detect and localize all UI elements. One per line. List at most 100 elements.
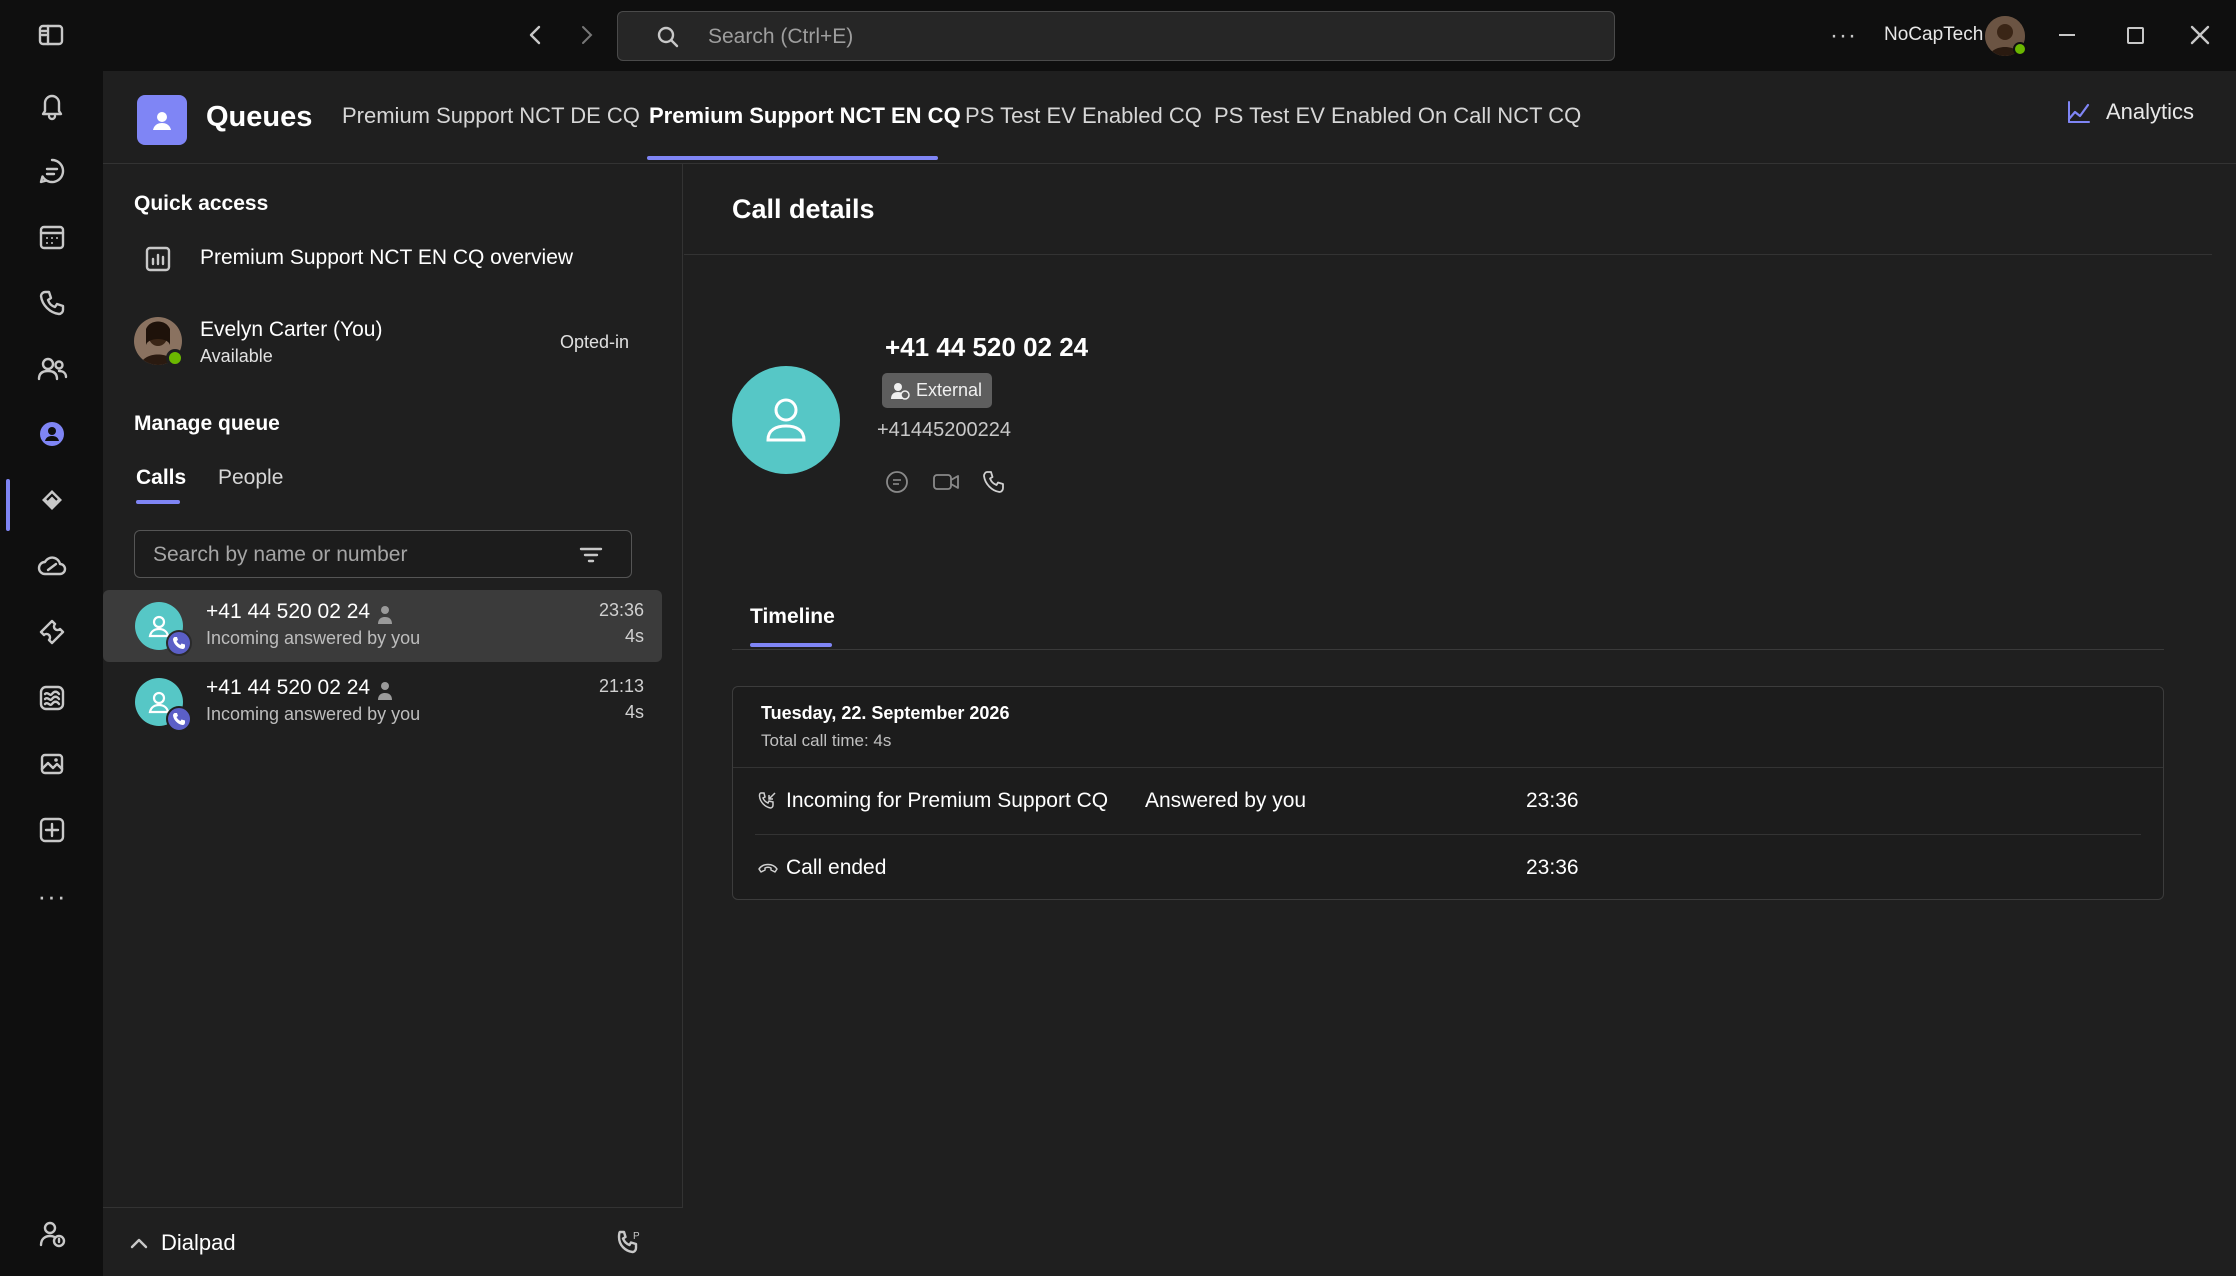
call-list-item[interactable]: +41 44 520 02 24 Incoming answered by yo… [103,666,662,738]
maximize-icon[interactable] [2127,27,2144,44]
external-badge: External [882,373,993,408]
call-details-panel: Call details +41 44 520 02 24 External +… [684,164,2236,1276]
overview-label: Premium Support NCT EN CQ overview [200,246,574,269]
timeline-event-label: Incoming for Premium Support CQ [786,789,1109,812]
call-status: Incoming answered by you [206,704,421,724]
call-status: Incoming answered by you [206,628,421,648]
agent-status: Available [200,346,273,366]
audio-call-icon[interactable] [981,469,1007,495]
call-duration: 4s [624,702,644,722]
stream-icon[interactable] [26,672,78,724]
video-call-icon[interactable] [932,469,960,495]
calendar-icon[interactable] [26,211,78,263]
contact-avatar [732,366,840,474]
incoming-call-icon [757,791,777,811]
help-person-icon[interactable] [26,1208,78,1260]
call-list-item[interactable]: +41 44 520 02 24 Incoming answered by yo… [103,590,662,662]
external-person-icon [891,382,910,400]
calls-phone-icon[interactable] [26,277,78,329]
presence-available-icon [2013,42,2027,56]
dialpad-toggle-button[interactable]: Dialpad [129,1208,236,1276]
incoming-call-badge-icon [166,630,192,656]
timeline-date: Tuesday, 22. September 2026 [761,703,1010,723]
caller-number: +41 44 520 02 24 [206,600,371,623]
tab-premium-support-nct-de-cq[interactable]: Premium Support NCT DE CQ [342,103,640,129]
divider [684,254,2212,255]
active-tab-indicator [647,156,938,160]
people-icon[interactable] [26,343,78,395]
call-details-title: Call details [732,194,875,224]
search-icon [656,25,680,49]
caller-number: +41 44 520 02 24 [206,676,371,699]
timeline-card: Tuesday, 22. September 2026 Total call t… [732,686,2164,900]
calls-search-placeholder: Search by name or number [153,543,408,566]
calls-search-input[interactable]: Search by name or number [134,530,632,578]
presence-available-icon [166,349,184,367]
timeline-tab-indicator [750,643,832,647]
timeline-total-time: Total call time: 4s [761,731,892,750]
tab-premium-support-nct-en-cq[interactable]: Premium Support NCT EN CQ [649,103,961,129]
opt-in-toggle[interactable]: Opted-in [560,332,629,353]
rail-active-indicator [6,479,10,531]
chevron-up-icon [130,1238,148,1248]
viva-insights-icon[interactable] [26,474,78,526]
more-options-icon[interactable]: ··· [1830,22,1857,50]
subtab-calls[interactable]: Calls [136,466,186,490]
queues-logo-icon [137,95,187,145]
account-name[interactable]: NoCapTech [1884,24,1983,46]
subtab-people[interactable]: People [218,466,283,490]
close-icon[interactable] [2190,25,2210,45]
queue-overview-link[interactable]: Premium Support NCT EN CQ overview [103,236,663,282]
app-title: Queues [206,101,313,133]
tab-timeline[interactable]: Timeline [750,605,835,629]
call-park-icon[interactable]: P [615,1228,643,1256]
minimize-icon[interactable] [2059,34,2075,36]
filter-icon[interactable] [579,544,603,566]
analytics-button[interactable]: Analytics [2066,99,2194,125]
report-icon [145,246,171,272]
timeline-event-time: 23:36 [1526,789,1579,812]
call-time: 21:13 [598,676,644,696]
analytics-chart-icon [2067,101,2090,123]
chat-icon[interactable] [884,469,910,495]
contact-number: +41445200224 [877,419,1012,441]
call-time: 23:36 [598,600,644,620]
global-search-input[interactable]: Search (Ctrl+E) [617,11,1615,61]
search-placeholder: Search (Ctrl+E) [708,25,854,48]
more-apps-icon[interactable]: ··· [26,870,78,922]
external-person-icon [375,680,395,702]
external-person-icon [375,604,395,626]
activity-bell-icon[interactable] [26,79,78,131]
dialpad-label: Dialpad [161,1229,236,1255]
call-duration: 4s [624,626,644,646]
subtab-active-indicator [136,500,180,504]
timeline-event-time: 23:36 [1526,856,1579,879]
divider [733,767,2163,768]
analytics-label: Analytics [2106,99,2195,124]
timeline-event-label: Call ended [786,856,887,879]
app-header: Queues Premium Support NCT DE CQ Premium… [103,71,2236,164]
quick-access-heading: Quick access [134,192,269,215]
tab-ps-test-ev-enabled-on-call-nct-cq[interactable]: PS Test EV Enabled On Call NCT CQ [1214,103,1581,129]
queues-app-icon[interactable] [26,408,78,460]
dialpad-bar: Dialpad P [103,1207,683,1276]
tab-ps-test-ev-enabled-cq[interactable]: PS Test EV Enabled CQ [965,103,1202,129]
call-ended-icon [757,859,779,875]
svg-text:P: P [633,1231,640,1242]
timeline-event-detail: Answered by you [1145,789,1307,812]
forward-arrow-icon[interactable] [576,23,596,47]
contact-name: +41 44 520 02 24 [885,332,1089,362]
title-bar: Search (Ctrl+E) ··· NoCapTech [0,0,2236,71]
divider [755,834,2141,835]
agent-name: Evelyn Carter (You) [200,318,383,341]
tickets-icon[interactable] [26,606,78,658]
sidebar-toggle-icon[interactable] [38,24,64,46]
back-arrow-icon[interactable] [526,23,546,47]
gallery-icon[interactable] [26,738,78,790]
cloud-icon[interactable] [26,540,78,592]
queue-side-panel: Quick access Premium Support NCT EN CQ o… [103,164,683,1276]
chat-icon[interactable] [26,145,78,197]
incoming-call-badge-icon [166,706,192,732]
add-apps-icon[interactable] [26,804,78,856]
app-rail: ··· [0,71,103,1276]
